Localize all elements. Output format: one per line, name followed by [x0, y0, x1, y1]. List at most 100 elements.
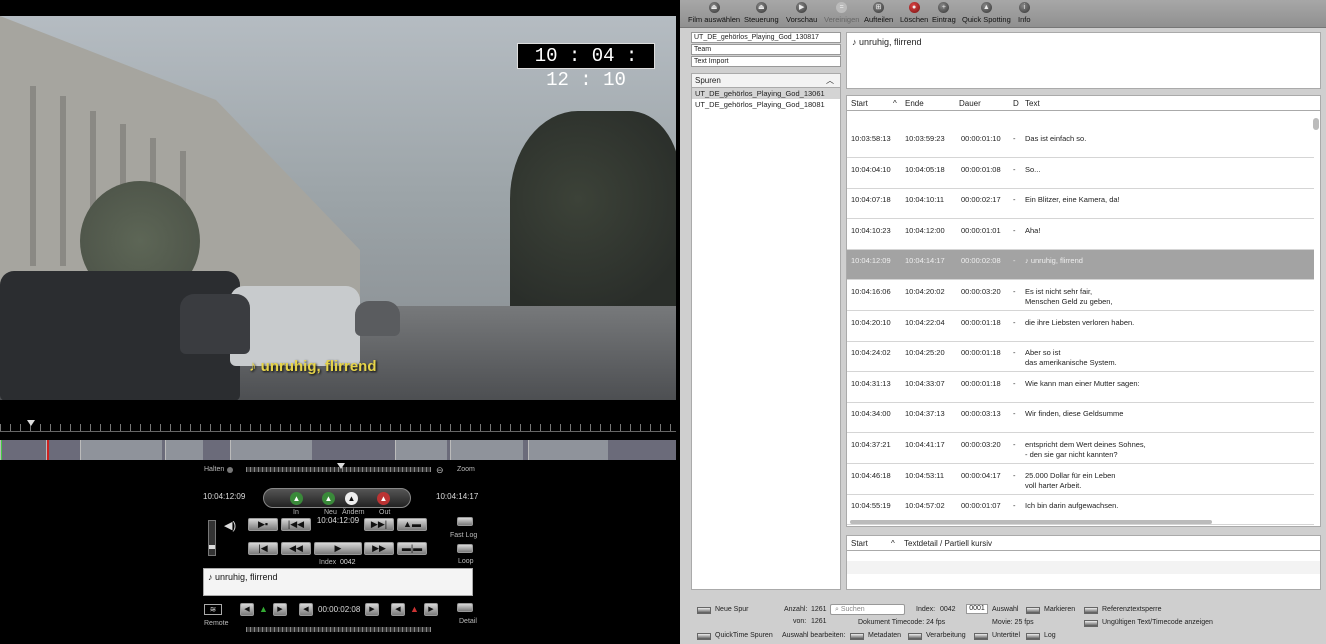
- sort-up-icon[interactable]: ^: [893, 99, 897, 108]
- timeline-ruler[interactable]: [0, 424, 676, 432]
- tracks-header[interactable]: Spuren ︿: [692, 74, 840, 88]
- column-text[interactable]: Text: [1025, 99, 1040, 108]
- out-marker-icon: ▲: [410, 604, 419, 614]
- column-ende[interactable]: Ende: [905, 99, 924, 108]
- table-row[interactable]: 10:04:34:00 10:04:37:13 00:00:03:13 - Wir fi…: [847, 403, 1314, 434]
- speaker-icon[interactable]: ◀): [224, 519, 236, 532]
- out-next-button[interactable]: ▶: [424, 603, 438, 616]
- file-item[interactable]: UT_DE_gehörlos_Playing_God_130817: [691, 32, 841, 43]
- toolbar-film-button[interactable]: ⏏ Film auswählen: [688, 2, 740, 24]
- cell-end: 10:04:10:11: [905, 195, 945, 205]
- next-frame-button[interactable]: ▬|▬: [397, 542, 427, 555]
- cell-end: 10:04:33:07: [905, 378, 945, 388]
- toolbar-split-button[interactable]: ⊞ Aufteilen: [864, 2, 893, 24]
- sort-up-icon[interactable]: ^: [891, 539, 895, 548]
- playhead-marker-icon[interactable]: [27, 420, 35, 426]
- subtitle-preview[interactable]: ♪ unruhig, flirrend: [846, 32, 1321, 89]
- toolbar-plus-button[interactable]: + Eintrag: [932, 2, 956, 24]
- zoom-slider-thumb-icon[interactable]: [337, 463, 345, 469]
- toolbar-spotting-button[interactable]: ▲ Quick Spotting: [962, 2, 1011, 24]
- cell-dur: 00:00:01:10: [961, 134, 1001, 143]
- index-label: Index:: [916, 606, 936, 613]
- verarbeitung-button[interactable]: [908, 633, 922, 640]
- neu-button[interactable]: ▲: [322, 492, 335, 505]
- duration-prev-button[interactable]: ◀: [299, 603, 313, 616]
- skip-forward-button[interactable]: ▶▶|: [364, 518, 394, 531]
- vertical-scrollbar[interactable]: [1313, 118, 1319, 130]
- file-item[interactable]: Team: [691, 44, 841, 55]
- play-pause-toggle-button[interactable]: ▶▪: [248, 518, 278, 531]
- toolbar-delete-button[interactable]: ● Löschen: [900, 2, 928, 24]
- doc-timecode: Dokument Timecode: 24 fps: [858, 619, 946, 626]
- column-start[interactable]: Start: [851, 99, 868, 108]
- set-out-button[interactable]: ▲▬: [397, 518, 427, 531]
- toolbar-label: Vorschau: [786, 15, 818, 24]
- cell-start: 10:04:34:00: [851, 409, 891, 419]
- untertitel-button[interactable]: [974, 633, 988, 640]
- auswahl-field[interactable]: 0001: [966, 604, 988, 614]
- table-row[interactable]: 10:04:07:18 10:04:10:11 00:00:02:17 - Ein Bl…: [847, 189, 1314, 220]
- table-row[interactable]: 10:04:16:06 10:04:20:02 00:00:03:20 - Es ist…: [847, 281, 1314, 311]
- neue-spur-button[interactable]: [697, 607, 711, 614]
- chevron-up-icon[interactable]: ︿: [826, 74, 834, 88]
- verarbeitung-label: Verarbeitung: [926, 632, 966, 639]
- detail-column-start[interactable]: Start: [851, 539, 868, 548]
- metadaten-button[interactable]: [850, 633, 864, 640]
- zoom-out-icon[interactable]: ⊖: [436, 465, 444, 476]
- toolbar-merge-button[interactable]: = Vereinigen: [824, 2, 859, 24]
- duration-next-button[interactable]: ▶: [365, 603, 379, 616]
- out-button[interactable]: ▲: [377, 492, 390, 505]
- markieren-button[interactable]: [1026, 607, 1040, 614]
- table-row[interactable]: 10:04:04:10 10:04:05:18 00:00:01:08 - So...: [847, 159, 1314, 189]
- toolbar-play-button[interactable]: ▶ Vorschau: [786, 2, 817, 24]
- video-car: [180, 294, 250, 354]
- quicktime-button[interactable]: [697, 633, 711, 640]
- wifi-icon[interactable]: ≋: [204, 604, 222, 615]
- table-row[interactable]: 10:04:12:09 10:04:14:17 00:00:02:08 - ♪ unru…: [847, 250, 1314, 281]
- timeline[interactable]: [0, 420, 676, 460]
- cell-d: -: [1013, 164, 1016, 174]
- play-button[interactable]: ▶: [314, 542, 362, 555]
- fast-log-button[interactable]: [457, 517, 473, 526]
- jog-slider[interactable]: [246, 627, 431, 632]
- skip-back-button[interactable]: |◀◀: [281, 518, 311, 531]
- table-row[interactable]: 10:04:46:18 10:04:53:11 00:00:04:17 -25.000…: [847, 465, 1314, 495]
- table-row[interactable]: 10:04:37:21 10:04:41:17 00:00:03:20 - entspr…: [847, 434, 1314, 464]
- volume-slider[interactable]: [208, 520, 216, 556]
- search-input[interactable]: ⌕ Suchen: [830, 604, 905, 615]
- halten-dot-icon[interactable]: [227, 467, 233, 473]
- ungueltig-button[interactable]: [1084, 620, 1098, 627]
- cell-text-line2: voll harter Arbeit.: [1025, 480, 1082, 490]
- file-item[interactable]: Text Import: [691, 56, 841, 67]
- toolbar-eject-button[interactable]: ⏏ Steuerung: [744, 2, 779, 24]
- track-item[interactable]: UT_DE_gehörlos_Playing_God_18081: [692, 99, 840, 110]
- aendern-button[interactable]: ▲: [345, 492, 358, 505]
- table-row[interactable]: 10:04:24:02 10:04:25:20 00:00:01:18 - Aber s…: [847, 342, 1314, 373]
- horizontal-scrollbar[interactable]: [850, 520, 1212, 524]
- neue-spur-label: Neue Spur: [715, 606, 749, 613]
- video-frame[interactable]: 10 : 04 : 12 : 10 ♪ unruhig, flirrend: [0, 16, 676, 400]
- detail-column-text[interactable]: Textdetail / Partiell kursiv: [904, 539, 992, 548]
- detail-button[interactable]: [457, 603, 473, 612]
- toolbar-info-button[interactable]: i Info: [1018, 2, 1031, 24]
- table-row[interactable]: 10:04:20:10 10:04:22:04 00:00:01:18 - die ih…: [847, 312, 1314, 342]
- track-item[interactable]: UT_DE_gehörlos_Playing_God_13061: [692, 88, 840, 99]
- subtitle-edit-field[interactable]: ♪ unruhig, flirrend: [203, 568, 473, 596]
- rewind-button[interactable]: ◀◀: [281, 542, 311, 555]
- halten-label: Halten: [204, 466, 225, 473]
- log-button[interactable]: [1026, 633, 1040, 640]
- column-dauer[interactable]: Dauer: [959, 99, 981, 108]
- column-d[interactable]: D: [1013, 99, 1019, 108]
- in-prev-button[interactable]: ◀: [240, 603, 254, 616]
- in-next-button[interactable]: ▶: [273, 603, 287, 616]
- fast-forward-button[interactable]: ▶▶: [364, 542, 394, 555]
- out-prev-button[interactable]: ◀: [391, 603, 405, 616]
- table-row[interactable]: 10:04:10:23 10:04:12:00 00:00:01:01 - Aha!: [847, 220, 1314, 250]
- first-frame-button[interactable]: |◀: [248, 542, 278, 555]
- waveform-track[interactable]: [0, 440, 676, 460]
- table-row[interactable]: 10:04:31:13 10:04:33:07 00:00:01:18 - Wie ka…: [847, 373, 1314, 403]
- loop-button[interactable]: [457, 544, 473, 553]
- table-row[interactable]: 10:03:58:13 10:03:59:23 00:00:01:10 - Das is…: [847, 128, 1314, 158]
- referenz-button[interactable]: [1084, 607, 1098, 614]
- in-button[interactable]: ▲: [290, 492, 303, 505]
